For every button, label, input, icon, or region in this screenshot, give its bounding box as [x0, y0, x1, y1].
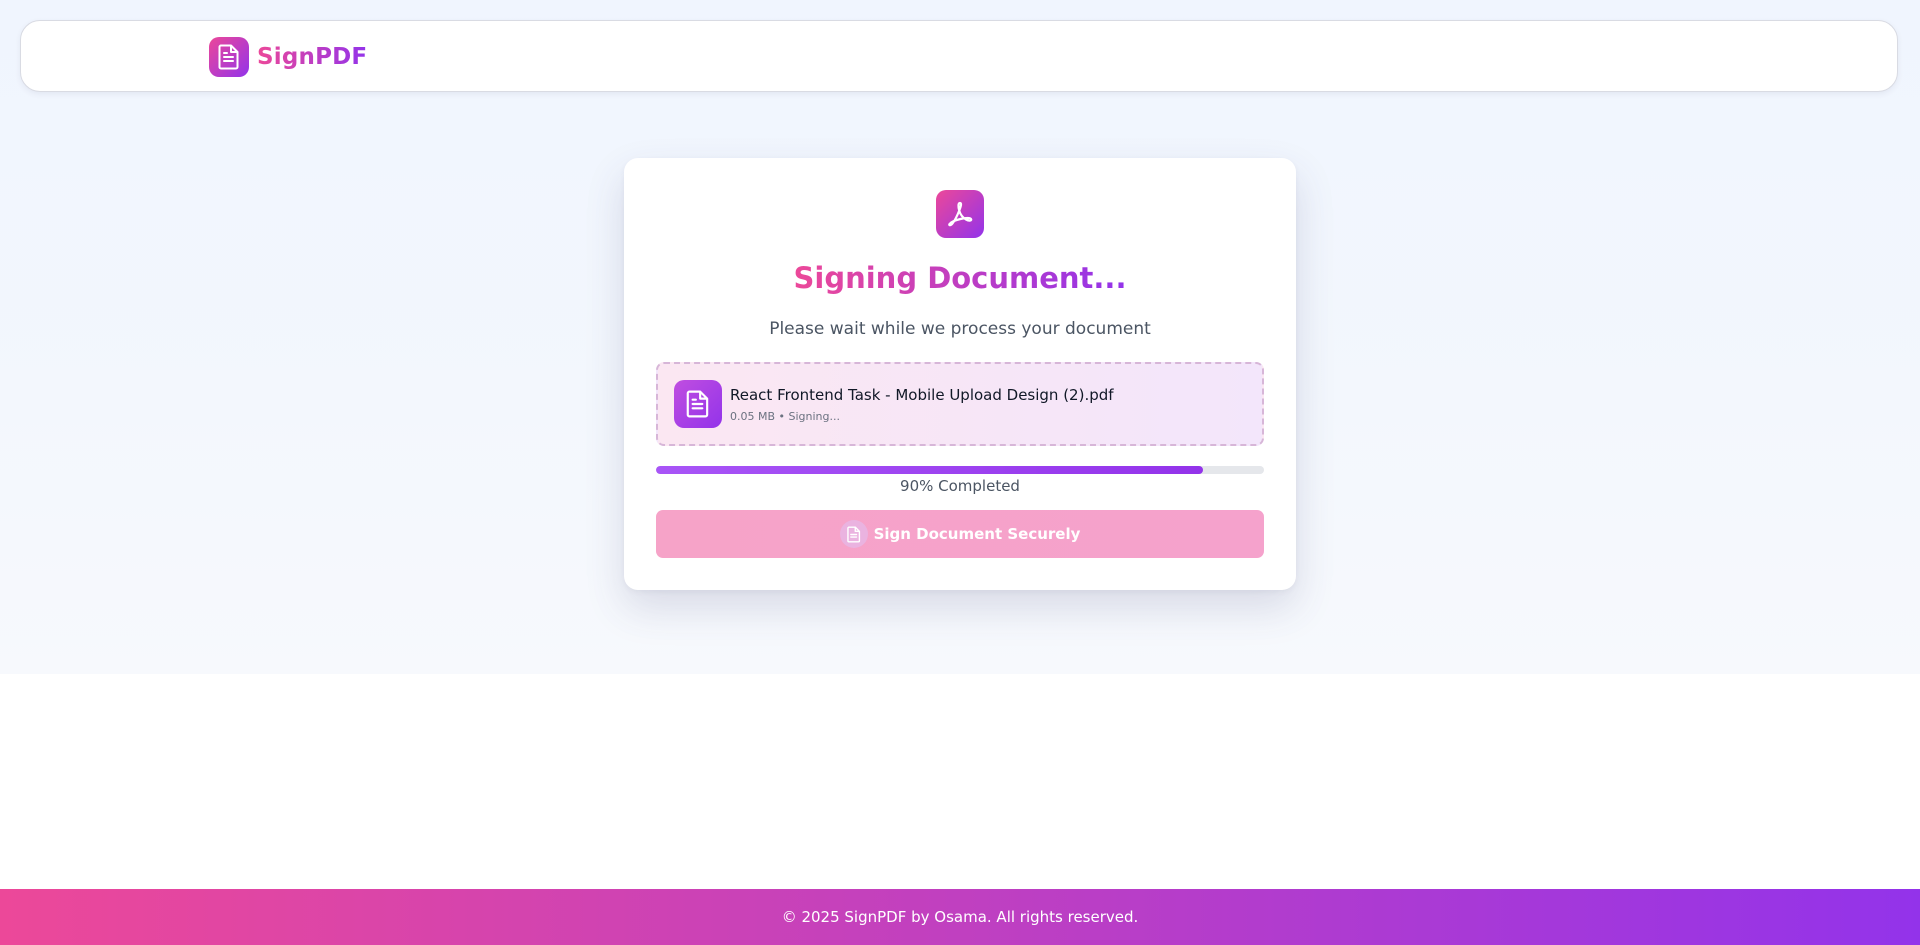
file-name: React Frontend Task - Mobile Upload Desi… — [730, 386, 1114, 404]
page: SignPDF Signing Document... Please wait … — [0, 0, 1920, 945]
brand-name: SignPDF — [257, 44, 368, 70]
brand-link[interactable]: SignPDF — [209, 37, 367, 77]
signing-card: Signing Document... Please wait while we… — [624, 158, 1296, 590]
top-navbar: SignPDF — [20, 20, 1898, 92]
page-title: Signing Document... — [793, 261, 1127, 295]
sign-document-button[interactable]: Sign Document Securely — [656, 510, 1264, 558]
footer-copyright: © 2025 SignPDF by Osama. All rights rese… — [781, 908, 1139, 926]
file-item: React Frontend Task - Mobile Upload Desi… — [656, 362, 1264, 446]
file-meta: 0.05 MB • Signing... — [730, 410, 840, 423]
progress-bar-fill — [656, 466, 1204, 474]
document-icon — [674, 380, 722, 428]
status-subtitle: Please wait while we process your docume… — [769, 319, 1151, 339]
document-icon — [839, 520, 868, 548]
footer: © 2025 SignPDF by Osama. All rights rese… — [0, 889, 1920, 945]
progress-label: 90% Completed — [900, 477, 1020, 495]
pdf-icon — [936, 190, 984, 238]
document-icon — [209, 37, 249, 77]
sign-button-label: Sign Document Securely — [873, 525, 1081, 543]
progress-bar — [656, 466, 1264, 474]
